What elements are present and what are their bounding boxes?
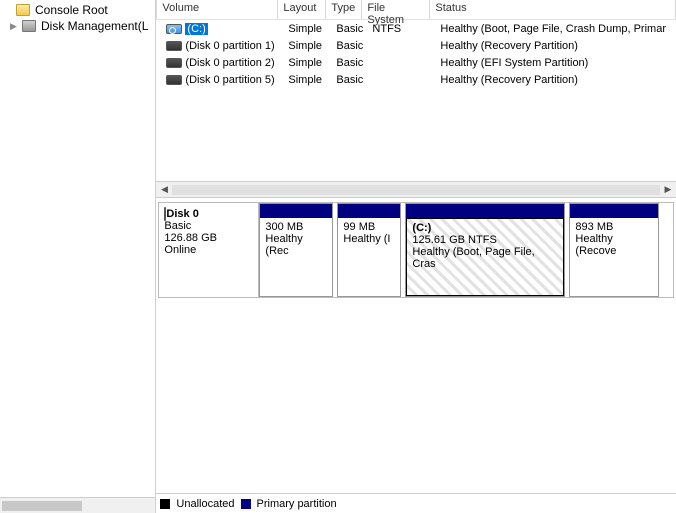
partition-size: 893 MB [575, 221, 653, 233]
scroll-track[interactable] [172, 185, 660, 195]
legend: Unallocated Primary partition [156, 493, 676, 513]
partition-status: Healthy (Boot, Page File, Cras [412, 246, 558, 270]
tree-root-label: Console Root [35, 3, 108, 17]
unallocated-swatch [160, 499, 170, 509]
layout-cell: Simple [283, 74, 331, 86]
partition-body: 893 MBHealthy (Recove [570, 218, 658, 296]
tree-pane: Console Root ▶ Disk Management(L [0, 0, 156, 513]
partition-body: 99 MBHealthy (I [338, 218, 400, 296]
tree-child[interactable]: ▶ Disk Management(L [2, 18, 153, 34]
volume-list: Volume Layout Type File System Status (C… [156, 0, 676, 198]
drive-icon [166, 58, 182, 68]
drive-icon [166, 75, 182, 85]
column-headers: Volume Layout Type File System Status [156, 0, 676, 20]
scroll-right-icon[interactable]: ▶ [660, 184, 676, 195]
status-cell: Healthy (Recovery Partition) [435, 40, 671, 52]
col-fs[interactable]: File System [362, 0, 430, 19]
partition-body: 300 MBHealthy (Rec [260, 218, 332, 296]
type-cell: Basic [331, 40, 367, 52]
tree: Console Root ▶ Disk Management(L [0, 0, 155, 497]
col-status[interactable]: Status [430, 0, 676, 19]
volume-cell: (C:) [161, 23, 283, 35]
partition-status: Healthy (I [343, 233, 395, 245]
partition[interactable]: 300 MBHealthy (Rec [259, 203, 333, 297]
disk-info: Disk 0 Basic 126.88 GB Online [159, 203, 259, 297]
partitions: 300 MBHealthy (Rec99 MBHealthy (I(C:)125… [259, 203, 673, 297]
type-cell: Basic [331, 23, 367, 35]
volume-name: (C:) [185, 23, 207, 35]
tree-root[interactable]: Console Root [2, 2, 153, 18]
scroll-left-icon[interactable]: ◀ [156, 184, 172, 195]
partition-header [570, 204, 658, 218]
main-pane: Volume Layout Type File System Status (C… [156, 0, 676, 513]
partition-status: Healthy (Rec [265, 233, 327, 257]
volume-rows: (C:)SimpleBasicNTFSHealthy (Boot, Page F… [156, 20, 676, 181]
partition-title: (C:) [412, 222, 558, 234]
volume-name: (Disk 0 partition 1) [185, 40, 274, 52]
tree-scrollbar[interactable] [0, 497, 155, 513]
status-cell: Healthy (Boot, Page File, Crash Dump, Pr… [435, 23, 671, 35]
volume-name: (Disk 0 partition 2) [185, 57, 274, 69]
folder-icon [16, 4, 30, 16]
volume-row[interactable]: (Disk 0 partition 5) SimpleBasic Healthy (… [161, 71, 671, 88]
disk-management-icon [22, 20, 36, 32]
scrollbar-thumb[interactable] [2, 501, 82, 511]
volume-name: (Disk 0 partition 5) [185, 74, 274, 86]
chevron-right-icon: ▶ [10, 21, 22, 32]
volume-row[interactable]: (Disk 0 partition 1) SimpleBasic Healthy (… [161, 37, 671, 54]
partition[interactable]: 893 MBHealthy (Recove [569, 203, 659, 297]
list-scrollbar[interactable]: ◀ ▶ [156, 181, 676, 197]
volume-cell: (Disk 0 partition 1) [161, 40, 283, 52]
primary-swatch [241, 499, 251, 509]
drive-icon [166, 24, 182, 34]
col-volume[interactable]: Volume [156, 0, 278, 19]
disk-name: Disk 0 [166, 208, 198, 220]
disk-size: 126.88 GB [164, 232, 253, 244]
layout-cell: Simple [283, 57, 331, 69]
layout-cell: Simple [283, 23, 331, 35]
disk-graphic: Disk 0 Basic 126.88 GB Online 300 MBHeal… [156, 198, 676, 513]
col-type[interactable]: Type [326, 0, 362, 19]
partition-header [260, 204, 332, 218]
partition-status: Healthy (Recove [575, 233, 653, 257]
partition-size: 99 MB [343, 221, 395, 233]
tree-child-label: Disk Management(L [41, 19, 148, 33]
partition-size: 125.61 GB NTFS [412, 234, 558, 246]
partition-header [406, 204, 564, 218]
type-cell: Basic [331, 74, 367, 86]
type-cell: Basic [331, 57, 367, 69]
legend-primary: Primary partition [257, 498, 337, 510]
layout-cell: Simple [283, 40, 331, 52]
legend-unallocated: Unallocated [176, 498, 234, 510]
partition[interactable]: 99 MBHealthy (I [337, 203, 401, 297]
volume-row[interactable]: (Disk 0 partition 2) SimpleBasic Healthy (… [161, 54, 671, 71]
status-cell: Healthy (EFI System Partition) [435, 57, 671, 69]
volume-row[interactable]: (C:) SimpleBasicNTFSHealthy (Boot, Page F… [161, 20, 671, 37]
col-layout[interactable]: Layout [278, 0, 326, 19]
partition-size: 300 MB [265, 221, 327, 233]
partition[interactable]: (C:)125.61 GB NTFSHealthy (Boot, Page Fi… [405, 203, 565, 297]
disk-type: Basic [164, 220, 253, 232]
volume-cell: (Disk 0 partition 2) [161, 57, 283, 69]
partition-header [338, 204, 400, 218]
status-cell: Healthy (Recovery Partition) [435, 74, 671, 86]
fs-cell: NTFS [367, 23, 435, 35]
volume-cell: (Disk 0 partition 5) [161, 74, 283, 86]
disk-row[interactable]: Disk 0 Basic 126.88 GB Online 300 MBHeal… [158, 202, 674, 298]
disk-status: Online [164, 244, 253, 256]
drive-icon [166, 41, 182, 51]
partition-body: (C:)125.61 GB NTFSHealthy (Boot, Page Fi… [406, 218, 564, 296]
